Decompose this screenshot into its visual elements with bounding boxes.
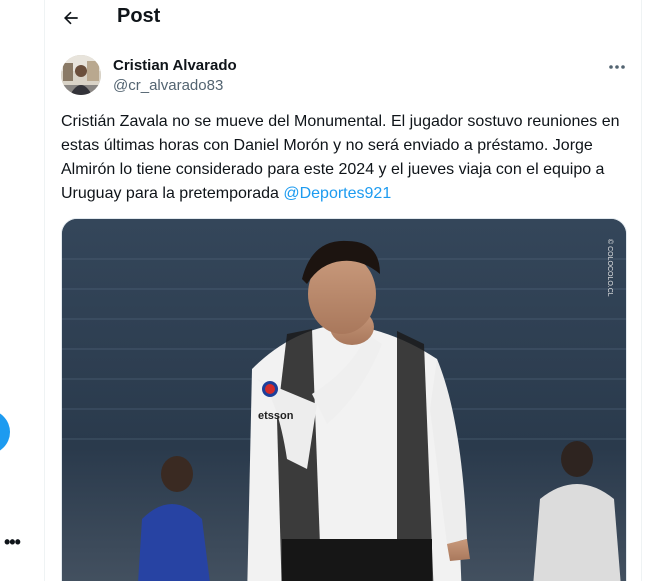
- post-more-button[interactable]: [605, 57, 629, 77]
- left-rail: •••: [0, 0, 44, 581]
- post-text: Cristián Zavala no se mueve del Monument…: [61, 110, 627, 206]
- avatar[interactable]: [61, 55, 101, 95]
- post-header: Post: [45, 0, 641, 36]
- post-column: Post Cristian Alvarado @cr_alvarado83 Cr…: [44, 0, 642, 581]
- media-watermark: © COLOCOLO.CL: [606, 239, 614, 297]
- back-button[interactable]: [59, 6, 83, 30]
- author-row: Cristian Alvarado @cr_alvarado83: [61, 55, 629, 99]
- more-horizontal-icon: [609, 65, 625, 69]
- more-options-icon[interactable]: •••: [4, 532, 21, 553]
- author-handle[interactable]: @cr_alvarado83: [113, 77, 223, 94]
- back-arrow-icon: [64, 11, 78, 25]
- mention-link[interactable]: @Deportes921: [283, 185, 391, 202]
- page-title: Post: [117, 5, 161, 27]
- compose-post-button[interactable]: [0, 410, 10, 454]
- author-name[interactable]: Cristian Alvarado: [113, 57, 237, 74]
- post-media-image[interactable]: etsson © COLOCOLO.CL: [61, 218, 627, 581]
- svg-text:etsson: etsson: [258, 410, 294, 422]
